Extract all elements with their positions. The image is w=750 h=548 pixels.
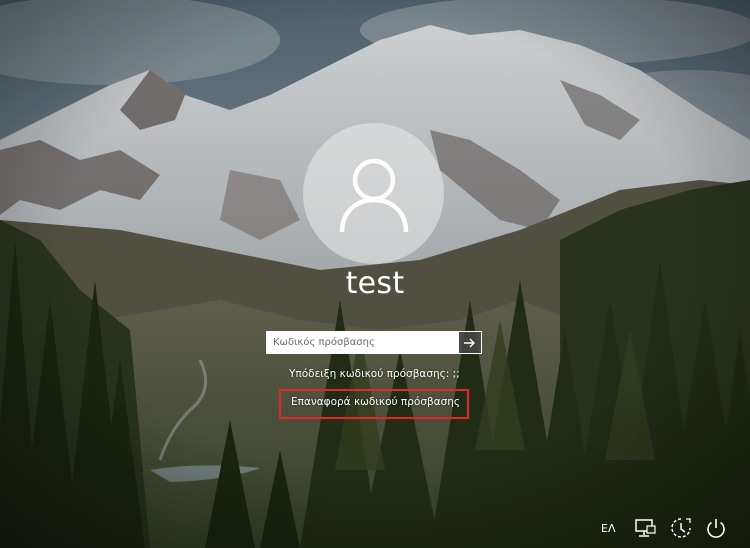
user-avatar bbox=[303, 123, 444, 264]
power-button[interactable] bbox=[703, 515, 729, 541]
network-icon bbox=[635, 519, 656, 537]
password-field-group bbox=[266, 331, 482, 354]
username-label: test bbox=[345, 266, 405, 301]
ease-of-access-button[interactable] bbox=[668, 515, 694, 541]
power-icon bbox=[707, 519, 725, 538]
ease-of-access-icon bbox=[671, 518, 691, 538]
password-hint-text: Υπόδειξη κωδικού πρόσβασης: ;; bbox=[289, 368, 460, 380]
network-button[interactable] bbox=[632, 515, 658, 541]
arrow-right-icon bbox=[464, 338, 475, 347]
user-icon bbox=[339, 158, 408, 232]
reset-password-link[interactable]: Επαναφορά κωδικού πρόσβασης bbox=[291, 396, 460, 408]
lock-screen: test Υπόδειξη κωδικού πρόσβασης: ;; Επαν… bbox=[0, 0, 750, 548]
submit-arrow-button[interactable] bbox=[459, 331, 482, 354]
language-indicator[interactable]: ΕΛ bbox=[601, 522, 615, 535]
password-input[interactable] bbox=[266, 331, 459, 354]
